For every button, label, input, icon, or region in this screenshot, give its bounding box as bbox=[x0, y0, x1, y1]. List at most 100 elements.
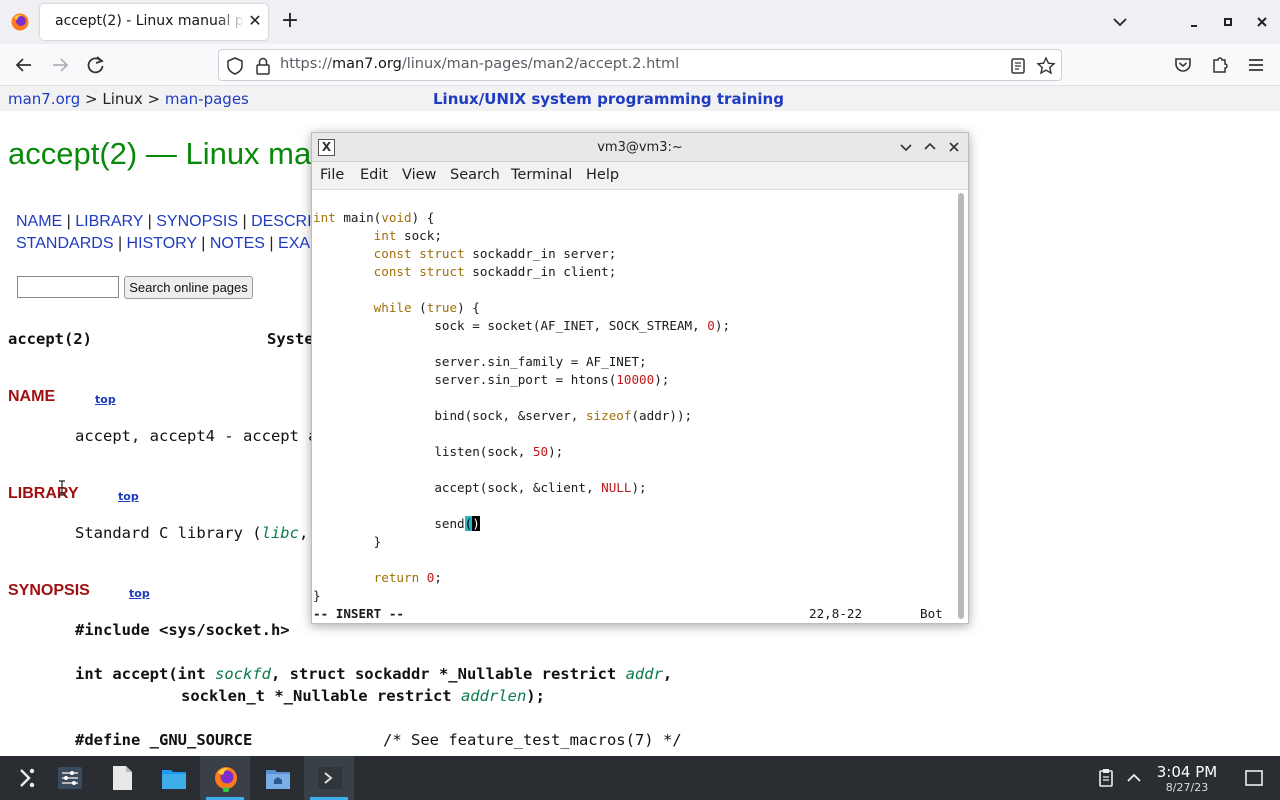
launcher-icon bbox=[20, 768, 35, 788]
maximize-icon[interactable] bbox=[1216, 10, 1240, 34]
toc-standards[interactable]: STANDARDS bbox=[16, 235, 114, 252]
synopsis-define-comment: /* See feature_test_macros(7) */ bbox=[383, 731, 682, 749]
menu-terminal[interactable]: Terminal bbox=[511, 167, 572, 183]
taskbar-system-settings[interactable] bbox=[44, 756, 94, 800]
synopsis-proto-line1: int accept(int sockfd, struct sockaddr *… bbox=[75, 665, 673, 683]
system-tray-expand-icon[interactable] bbox=[1123, 767, 1145, 789]
toc-line-1: NAME | LIBRARY | SYNOPSIS | DESCRIPTION bbox=[16, 213, 361, 230]
search-online-pages-button[interactable]: Search online pages bbox=[124, 276, 253, 299]
menu-help[interactable]: Help bbox=[586, 167, 619, 183]
clipboard-icon[interactable] bbox=[1095, 767, 1117, 789]
home-folder-icon bbox=[266, 770, 290, 789]
vim-mode-indicator: -- INSERT -- bbox=[313, 606, 404, 621]
vim-scroll-position: Bot bbox=[920, 606, 943, 621]
hamburger-menu-icon[interactable] bbox=[1243, 53, 1269, 77]
maximize-icon[interactable] bbox=[920, 137, 940, 157]
toc-name[interactable]: NAME bbox=[16, 213, 62, 230]
taskbar-home-folder[interactable] bbox=[252, 756, 302, 800]
lock-icon[interactable] bbox=[253, 56, 273, 76]
taskbar-firefox[interactable] bbox=[200, 756, 250, 800]
code-line: accept(sock, &client, NULL); bbox=[313, 480, 647, 495]
scrollbar-thumb[interactable] bbox=[958, 193, 964, 619]
new-tab-button[interactable]: + bbox=[278, 10, 302, 34]
section-synopsis-heading: SYNOPSIS bbox=[8, 582, 90, 599]
breadcrumb-sep: > bbox=[80, 90, 103, 108]
browser-nav-bar: https://man7.org/linux/man-pages/man2/ac… bbox=[0, 44, 1280, 86]
reader-view-icon[interactable] bbox=[1008, 56, 1028, 76]
menu-file[interactable]: File bbox=[320, 167, 344, 183]
top-link[interactable]: top bbox=[118, 490, 139, 503]
terminal-titlebar[interactable]: X vm3@vm3:~ bbox=[312, 133, 968, 162]
forward-arrow-icon[interactable] bbox=[47, 53, 73, 77]
code-line: send() bbox=[313, 516, 480, 531]
top-link[interactable]: top bbox=[95, 393, 116, 406]
synopsis-proto-line2: socklen_t *_Nullable restrict addrlen); bbox=[181, 687, 545, 705]
url-text: https://man7.org/linux/man-pages/man2/ac… bbox=[280, 56, 680, 72]
code-line: sock = socket(AF_INET, SOCK_STREAM, 0); bbox=[313, 318, 731, 333]
man-header-left: accept(2) bbox=[8, 330, 92, 348]
code-line: int main(void) { bbox=[313, 210, 435, 225]
code-line: const struct sockaddr_in server; bbox=[373, 246, 617, 261]
minimize-icon[interactable] bbox=[896, 137, 916, 157]
synopsis-define: #define _GNU_SOURCE bbox=[75, 731, 253, 749]
bookmark-star-icon[interactable] bbox=[1036, 56, 1056, 76]
code-line: bind(sock, &server, sizeof(addr)); bbox=[313, 408, 693, 423]
breadcrumb: man7.org > Linux > man-pages Linux/UNIX … bbox=[0, 86, 1280, 111]
synopsis-include: #include <sys/socket.h> bbox=[75, 621, 290, 639]
browser-tab-bar: accept(2) - Linux manual page ✕ + bbox=[0, 0, 1280, 44]
clock-time[interactable]: 3:04 PM bbox=[1155, 763, 1219, 781]
reload-icon[interactable] bbox=[83, 53, 109, 77]
folder-icon bbox=[162, 770, 186, 789]
taskbar-file-manager[interactable] bbox=[148, 756, 198, 800]
taskbar-terminal[interactable] bbox=[304, 756, 354, 800]
search-input[interactable] bbox=[17, 276, 119, 298]
code-line: server.sin_port = htons(10000); bbox=[313, 372, 670, 387]
breadcrumb-man7[interactable]: man7.org bbox=[8, 90, 80, 108]
section-library-heading: LIBRARY bbox=[8, 485, 79, 502]
settings-sliders-icon bbox=[58, 767, 82, 789]
vim-cursor-position: 22,8-22 bbox=[809, 606, 863, 621]
terminal-text-area[interactable]: int main(void) { int sock; const struct … bbox=[312, 190, 954, 623]
tracking-shield-icon[interactable] bbox=[225, 56, 245, 76]
tab-close-icon[interactable]: ✕ bbox=[244, 10, 266, 32]
document-icon bbox=[113, 766, 132, 790]
code-line: const struct sockaddr_in client; bbox=[373, 264, 617, 279]
code-line: } bbox=[313, 534, 382, 549]
pocket-icon[interactable] bbox=[1170, 53, 1196, 77]
terminal-window[interactable]: X vm3@vm3:~ File Edit View Search Termin… bbox=[311, 132, 969, 624]
list-all-tabs-icon[interactable] bbox=[1108, 10, 1132, 34]
close-window-icon[interactable] bbox=[1250, 10, 1274, 34]
code-line: int sock; bbox=[373, 228, 442, 243]
firefox-icon bbox=[215, 767, 237, 792]
clock-date[interactable]: 8/27/23 bbox=[1155, 781, 1219, 794]
toc-library[interactable]: LIBRARY bbox=[75, 213, 143, 230]
code-line: listen(sock, 50); bbox=[313, 444, 564, 459]
tab-title: accept(2) - Linux manual page bbox=[55, 13, 245, 29]
toc-notes[interactable]: NOTES bbox=[210, 235, 265, 252]
terminal-icon bbox=[318, 767, 342, 789]
text-cursor-icon bbox=[59, 480, 65, 496]
top-link[interactable]: top bbox=[129, 587, 150, 600]
training-link[interactable]: Linux/UNIX system programming training bbox=[433, 90, 784, 108]
menu-view[interactable]: View bbox=[402, 167, 436, 183]
url-bar[interactable]: https://man7.org/linux/man-pages/man2/ac… bbox=[218, 49, 1062, 81]
taskbar-text-editor[interactable] bbox=[96, 756, 146, 800]
extensions-icon[interactable] bbox=[1207, 53, 1233, 77]
terminal-scrollbar[interactable] bbox=[956, 191, 966, 621]
breadcrumb-man-pages[interactable]: man-pages bbox=[165, 90, 249, 108]
breadcrumb-linux: Linux bbox=[102, 90, 143, 108]
show-desktop-icon[interactable] bbox=[1243, 767, 1265, 789]
toc-history[interactable]: HISTORY bbox=[127, 235, 197, 252]
code-line: return 0; bbox=[373, 570, 442, 585]
taskbar: 3:04 PM 8/27/23 bbox=[0, 756, 1280, 800]
close-icon[interactable] bbox=[944, 137, 964, 157]
firefox-menu-icon[interactable] bbox=[10, 12, 30, 32]
minimize-icon[interactable] bbox=[1182, 10, 1206, 34]
back-arrow-icon[interactable] bbox=[11, 53, 37, 77]
menu-search[interactable]: Search bbox=[450, 167, 500, 183]
menu-edit[interactable]: Edit bbox=[360, 167, 388, 183]
app-launcher-button[interactable] bbox=[0, 756, 50, 800]
browser-tab-active[interactable]: accept(2) - Linux manual page ✕ bbox=[40, 4, 268, 40]
toc-synopsis[interactable]: SYNOPSIS bbox=[156, 213, 238, 230]
section-name-heading: NAME bbox=[8, 388, 56, 405]
